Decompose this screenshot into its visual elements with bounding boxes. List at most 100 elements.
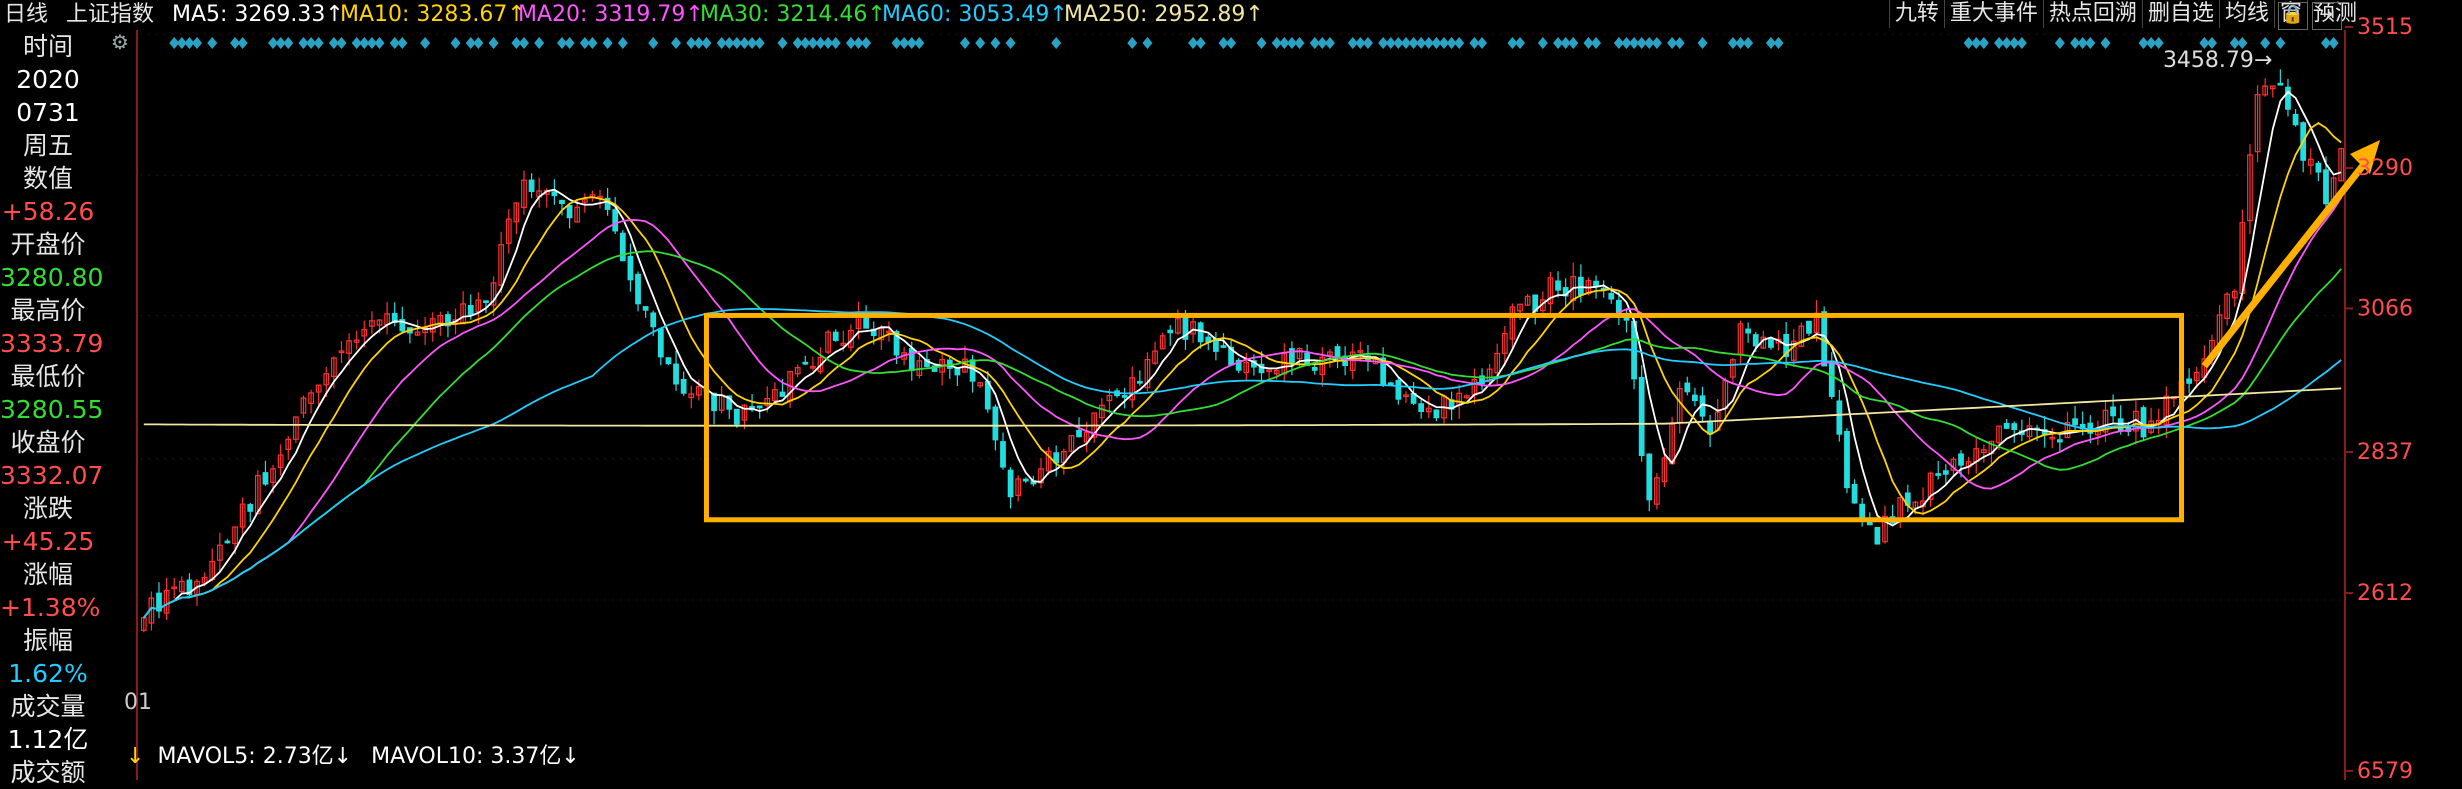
- candle-body[interactable]: [2292, 113, 2299, 126]
- candle-body[interactable]: [1136, 380, 1143, 384]
- candle-body[interactable]: [1197, 322, 1204, 343]
- event-marker[interactable]: [1515, 37, 1526, 49]
- event-marker[interactable]: [1362, 37, 1373, 49]
- candle-body[interactable]: [2315, 162, 2322, 173]
- candle-body[interactable]: [642, 306, 649, 311]
- candle-body[interactable]: [1745, 328, 1752, 334]
- event-marker[interactable]: [473, 37, 484, 49]
- candle-body[interactable]: [224, 540, 231, 544]
- event-marker[interactable]: [1978, 37, 1989, 49]
- candle-body[interactable]: [1433, 409, 1440, 419]
- candle-body[interactable]: [1935, 473, 1942, 476]
- event-marker[interactable]: [534, 37, 545, 49]
- candle-body[interactable]: [528, 179, 535, 193]
- event-marker[interactable]: [830, 37, 841, 49]
- candle-body[interactable]: [1707, 420, 1713, 435]
- candle-body[interactable]: [1942, 470, 1949, 475]
- candle-body[interactable]: [992, 406, 999, 441]
- candle-body[interactable]: [863, 316, 870, 329]
- event-marker[interactable]: [1743, 37, 1754, 49]
- candle-body[interactable]: [2186, 378, 2193, 384]
- candle-body[interactable]: [2140, 407, 2147, 438]
- candle-body[interactable]: [802, 361, 809, 365]
- event-marker[interactable]: [2206, 37, 2217, 49]
- candle-body[interactable]: [756, 405, 763, 409]
- event-marker[interactable]: [374, 37, 385, 49]
- exit-icon[interactable]: ⇥: [2312, 2, 2342, 30]
- event-marker[interactable]: [1591, 37, 1602, 49]
- candle-body[interactable]: [680, 378, 687, 394]
- candle-body[interactable]: [1646, 453, 1653, 501]
- event-marker[interactable]: [488, 37, 499, 49]
- event-marker[interactable]: [450, 37, 461, 49]
- event-marker[interactable]: [397, 37, 408, 49]
- event-marker[interactable]: [420, 37, 431, 49]
- event-marker[interactable]: [2260, 37, 2271, 49]
- event-marker[interactable]: [1568, 37, 1579, 49]
- event-marker[interactable]: [617, 37, 628, 49]
- candle-body[interactable]: [2323, 169, 2329, 205]
- candle-body[interactable]: [1007, 469, 1014, 498]
- candle-body[interactable]: [551, 191, 558, 197]
- remove-watchlist-button[interactable]: 删自选: [2141, 0, 2219, 28]
- candle-body[interactable]: [1638, 376, 1645, 456]
- event-marker[interactable]: [602, 37, 613, 49]
- event-marker[interactable]: [2275, 37, 2286, 49]
- candle-body[interactable]: [1684, 382, 1691, 393]
- event-marker[interactable]: [2016, 37, 2027, 49]
- candle-body[interactable]: [467, 304, 474, 316]
- candle-body[interactable]: [619, 232, 626, 262]
- event-marker[interactable]: [313, 37, 324, 49]
- candle-body[interactable]: [2110, 406, 2116, 417]
- candle-body[interactable]: [1334, 346, 1341, 358]
- candle-body[interactable]: [635, 273, 641, 305]
- event-marker[interactable]: [701, 37, 712, 49]
- nine-turn-button[interactable]: 九转: [1888, 0, 1944, 28]
- event-marker[interactable]: [1454, 37, 1465, 49]
- candle-body[interactable]: [665, 357, 672, 365]
- event-marker[interactable]: [2054, 37, 2065, 49]
- gear-icon[interactable]: ⚙: [108, 30, 132, 54]
- event-marker[interactable]: [1195, 37, 1206, 49]
- event-marker[interactable]: [648, 37, 659, 49]
- event-marker[interactable]: [1697, 37, 1708, 49]
- event-marker[interactable]: [518, 37, 529, 49]
- candle-body[interactable]: [1167, 329, 1174, 334]
- event-marker[interactable]: [587, 37, 598, 49]
- event-marker[interactable]: [1324, 37, 1335, 49]
- candle-body[interactable]: [733, 408, 740, 425]
- event-marker[interactable]: [975, 37, 986, 49]
- candle-body[interactable]: [673, 363, 679, 385]
- event-marker[interactable]: [1651, 37, 1662, 49]
- candle-body[interactable]: [1076, 429, 1082, 438]
- candle-body[interactable]: [2056, 439, 2063, 443]
- event-marker[interactable]: [1051, 37, 1062, 49]
- candle-body[interactable]: [566, 204, 573, 219]
- event-marker[interactable]: [207, 37, 218, 49]
- lock-icon[interactable]: 🔒: [2278, 2, 2308, 30]
- event-marker[interactable]: [283, 37, 294, 49]
- event-marker[interactable]: [914, 37, 925, 49]
- event-marker[interactable]: [1226, 37, 1237, 49]
- candle-body[interactable]: [1828, 360, 1835, 397]
- event-marker[interactable]: [2100, 37, 2111, 49]
- event-marker[interactable]: [1477, 37, 1488, 49]
- candle-body[interactable]: [483, 300, 489, 304]
- candle-body[interactable]: [1768, 337, 1774, 348]
- candle-body[interactable]: [1874, 526, 1881, 545]
- candle-body[interactable]: [2011, 423, 2018, 430]
- candle-body[interactable]: [650, 312, 657, 328]
- moving-average-button[interactable]: 均线: [2218, 0, 2274, 28]
- event-marker[interactable]: [1142, 37, 1153, 49]
- candle-body[interactable]: [1395, 379, 1402, 400]
- event-marker[interactable]: [1773, 37, 1784, 49]
- candle-body[interactable]: [1593, 280, 1599, 287]
- candle-body[interactable]: [1555, 280, 1561, 291]
- candle-body[interactable]: [1806, 320, 1812, 334]
- candle-body[interactable]: [1022, 478, 1029, 482]
- candle-body[interactable]: [1836, 400, 1843, 435]
- event-marker[interactable]: [777, 37, 788, 49]
- event-marker[interactable]: [1537, 37, 1548, 49]
- candle-body[interactable]: [1692, 394, 1698, 402]
- event-marker[interactable]: [336, 37, 347, 49]
